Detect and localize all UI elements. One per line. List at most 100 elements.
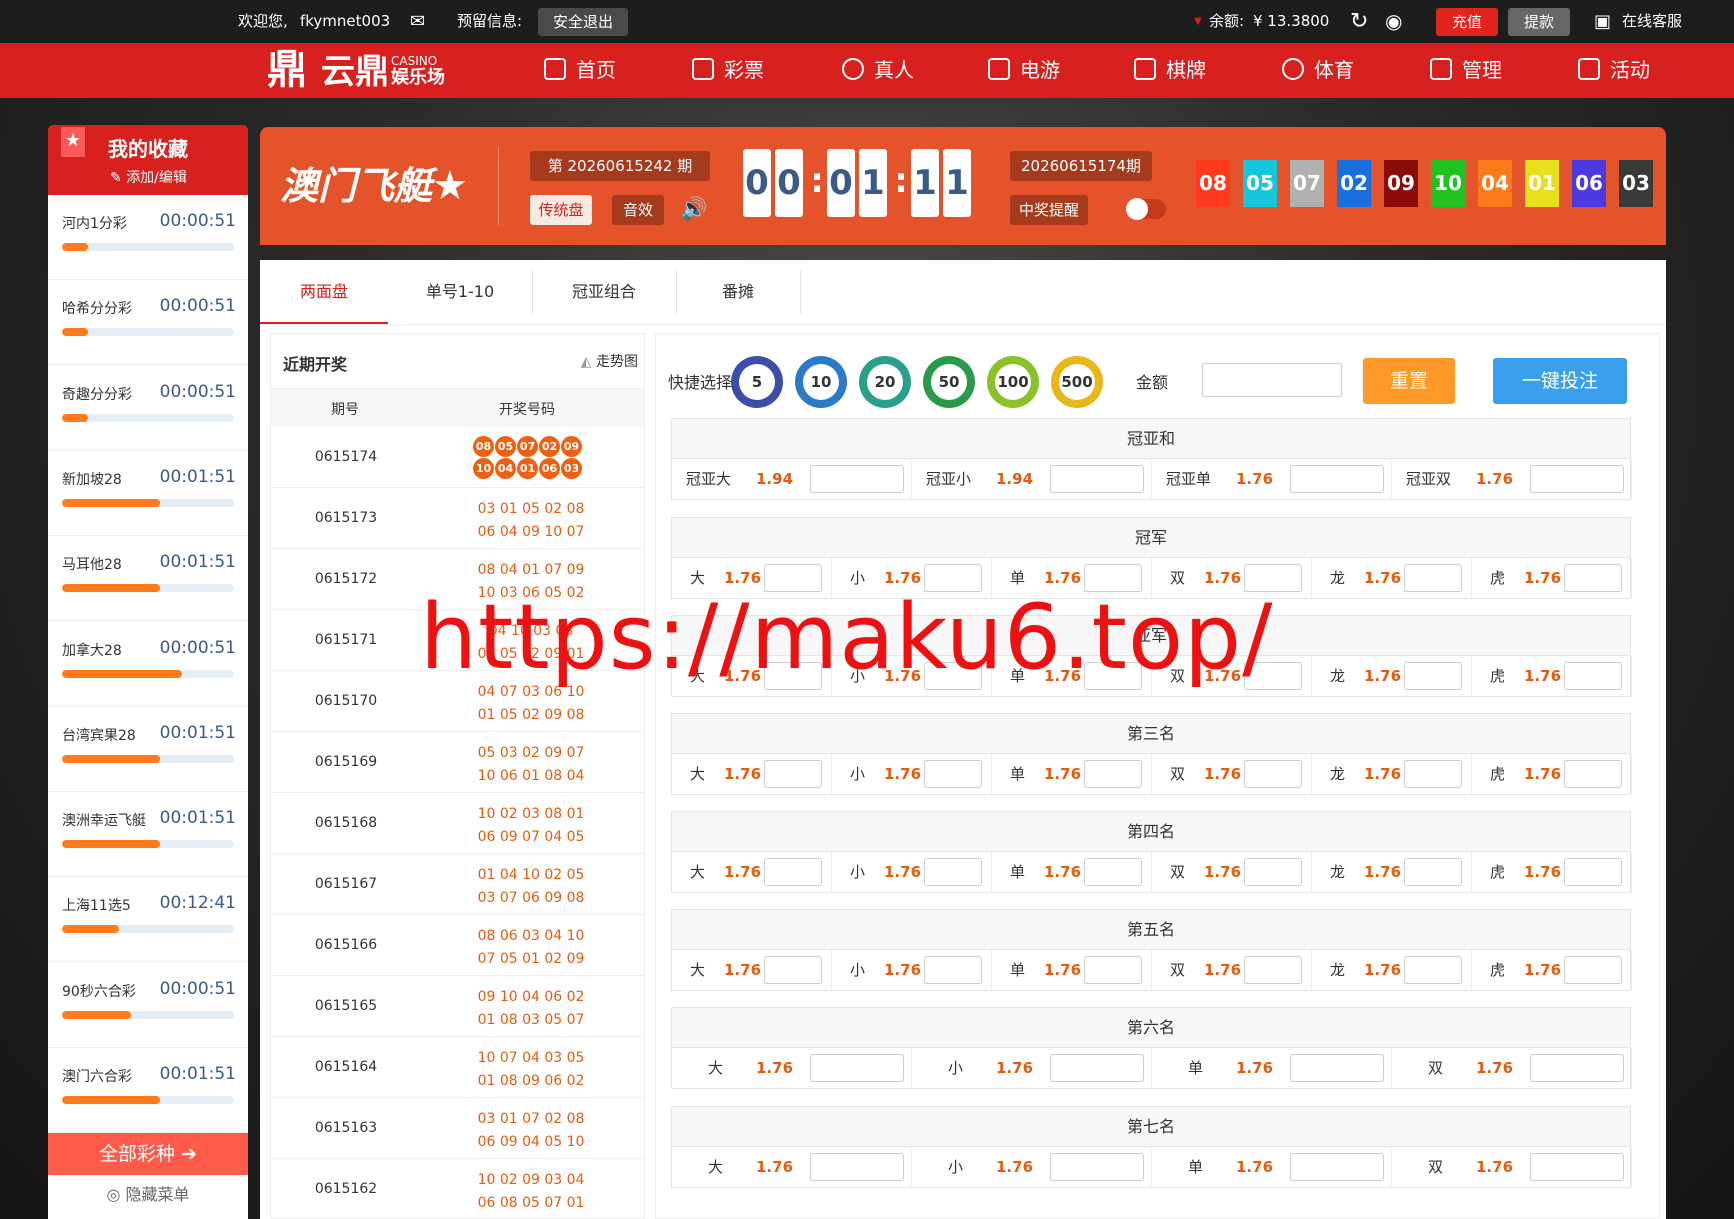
bet-cell[interactable]: 双 1.76 (1152, 852, 1312, 892)
bet-amount-input[interactable] (1530, 1153, 1624, 1181)
bet-cell[interactable]: 虎 1.76 (1472, 852, 1632, 892)
nav-lottery[interactable]: 彩票 (692, 43, 764, 98)
online-service-link[interactable]: 在线客服 (1622, 0, 1682, 43)
bet-amount-input[interactable] (1290, 465, 1384, 493)
chip-500[interactable]: 500 (1051, 356, 1103, 408)
bet-amount-input[interactable] (924, 858, 982, 886)
sound-button[interactable]: 音效 (612, 195, 664, 225)
tab-single-number[interactable]: 单号1-10 (388, 260, 532, 324)
site-logo[interactable]: 鼎 云鼎 CASINO 娱乐场 (265, 44, 445, 98)
bet-cell[interactable]: 大 1.76 (672, 1147, 912, 1187)
bet-amount-input[interactable] (1050, 465, 1144, 493)
withdraw-button[interactable]: 提款 (1508, 8, 1570, 36)
bet-cell[interactable]: 小 1.76 (832, 852, 992, 892)
chip-50[interactable]: 50 (923, 356, 975, 408)
nav-slots[interactable]: 电游 (988, 43, 1060, 98)
bet-cell[interactable]: 双 1.76 (1152, 950, 1312, 990)
bet-amount-input[interactable] (1404, 760, 1462, 788)
bet-cell[interactable]: 大 1.76 (672, 754, 832, 794)
bet-cell[interactable]: 大 1.76 (672, 1048, 912, 1088)
eye-icon[interactable]: ◉ (1385, 0, 1402, 43)
bet-cell[interactable]: 双 1.76 (1152, 754, 1312, 794)
bet-amount-input[interactable] (764, 858, 822, 886)
bet-amount-input[interactable] (924, 760, 982, 788)
bet-cell[interactable]: 单 1.76 (1152, 1048, 1392, 1088)
bet-cell[interactable]: 龙 1.76 (1312, 754, 1472, 794)
bet-cell[interactable]: 龙 1.76 (1312, 656, 1472, 696)
bet-cell[interactable]: 龙 1.76 (1312, 558, 1472, 598)
bet-amount-input[interactable] (1244, 858, 1302, 886)
bet-cell[interactable]: 小 1.76 (912, 1147, 1152, 1187)
refresh-icon[interactable]: ↻ (1350, 0, 1368, 43)
bet-amount-input[interactable] (1244, 956, 1302, 984)
bet-amount-input[interactable] (810, 465, 904, 493)
bet-cell[interactable]: 小 1.76 (912, 1048, 1152, 1088)
favorite-game-item[interactable]: 澳洲幸运飞艇 00:01:51 (48, 792, 248, 878)
tab-fantan[interactable]: 番摊 (676, 260, 800, 324)
tab-two-sides[interactable]: 两面盘 (260, 260, 388, 324)
bet-cell[interactable]: 单 1.76 (992, 852, 1152, 892)
bet-cell[interactable]: 大 1.76 (672, 950, 832, 990)
recharge-button[interactable]: 充值 (1436, 8, 1498, 36)
bet-amount-input[interactable] (1084, 858, 1142, 886)
amount-input[interactable] (1202, 363, 1342, 397)
bet-cell[interactable]: 小 1.76 (832, 754, 992, 794)
bet-amount-input[interactable] (1290, 1054, 1384, 1082)
nav-chess[interactable]: 棋牌 (1134, 43, 1206, 98)
bet-amount-input[interactable] (810, 1054, 904, 1082)
bet-cell[interactable]: 冠亚大 1.94 (672, 459, 912, 499)
favorite-game-item[interactable]: 新加坡28 00:01:51 (48, 451, 248, 536)
favorite-game-item[interactable]: 哈希分分彩 00:00:51 (48, 280, 248, 366)
bet-cell[interactable]: 大 1.76 (672, 852, 832, 892)
reset-button[interactable]: 重置 (1363, 358, 1455, 404)
bet-cell[interactable]: 虎 1.76 (1472, 754, 1632, 794)
bet-cell[interactable]: 单 1.76 (992, 950, 1152, 990)
chip-20[interactable]: 20 (859, 356, 911, 408)
favorite-game-item[interactable]: 澳门六合彩 00:01:51 (48, 1048, 248, 1133)
nav-activity[interactable]: 活动 (1578, 43, 1650, 98)
favorite-game-item[interactable]: 上海11选5 00:12:41 (48, 877, 248, 963)
trend-link[interactable]: ◭ 走势图 (581, 351, 638, 371)
favorite-game-item[interactable]: 加拿大28 00:00:51 (48, 622, 248, 707)
bet-amount-input[interactable] (1564, 564, 1622, 592)
favorite-game-item[interactable]: 奇趣分分彩 00:00:51 (48, 366, 248, 451)
bet-amount-input[interactable] (1404, 564, 1462, 592)
bet-amount-input[interactable] (1404, 956, 1462, 984)
bet-cell[interactable]: 双 1.76 (1392, 1147, 1632, 1187)
bet-cell[interactable]: 虎 1.76 (1472, 950, 1632, 990)
bet-amount-input[interactable] (1564, 662, 1622, 690)
bet-cell[interactable]: 冠亚双 1.76 (1392, 459, 1632, 499)
bet-amount-input[interactable] (1530, 1054, 1624, 1082)
bet-amount-input[interactable] (1050, 1153, 1144, 1181)
speaker-icon[interactable]: 🔊 (680, 195, 710, 225)
favorite-game-item[interactable]: 台湾宾果28 00:01:51 (48, 707, 248, 792)
bet-amount-input[interactable] (1564, 858, 1622, 886)
chip-5[interactable]: 5 (731, 356, 783, 408)
bet-amount-input[interactable] (1404, 662, 1462, 690)
bet-cell[interactable]: 双 1.76 (1392, 1048, 1632, 1088)
bet-cell[interactable]: 龙 1.76 (1312, 950, 1472, 990)
traditional-mode-button[interactable]: 传统盘 (530, 195, 592, 225)
bet-amount-input[interactable] (1084, 956, 1142, 984)
bet-amount-input[interactable] (924, 956, 982, 984)
all-games-button[interactable]: 全部彩种 ➔ (48, 1133, 248, 1175)
bet-amount-input[interactable] (1404, 858, 1462, 886)
nav-home[interactable]: 首页 (544, 43, 616, 98)
one-click-bet-button[interactable]: 一键投注 (1493, 358, 1627, 404)
bet-amount-input[interactable] (1564, 956, 1622, 984)
mail-icon[interactable]: ✉ (410, 0, 425, 43)
bet-cell[interactable]: 冠亚小 1.94 (912, 459, 1152, 499)
chip-10[interactable]: 10 (795, 356, 847, 408)
bet-amount-input[interactable] (1290, 1153, 1384, 1181)
bet-amount-input[interactable] (764, 956, 822, 984)
bet-cell[interactable]: 单 1.76 (992, 754, 1152, 794)
logout-button[interactable]: 安全退出 (538, 8, 628, 36)
bet-cell[interactable]: 龙 1.76 (1312, 852, 1472, 892)
edit-favorites-link[interactable]: ✎ 添加/编辑 (110, 167, 187, 187)
chat-icon[interactable]: ▣ (1594, 0, 1611, 43)
bet-cell[interactable]: 虎 1.76 (1472, 558, 1632, 598)
chip-100[interactable]: 100 (987, 356, 1039, 408)
bet-cell[interactable]: 冠亚单 1.76 (1152, 459, 1392, 499)
tab-champion-combo[interactable]: 冠亚组合 (532, 260, 676, 324)
nav-live[interactable]: 真人 (842, 43, 914, 98)
